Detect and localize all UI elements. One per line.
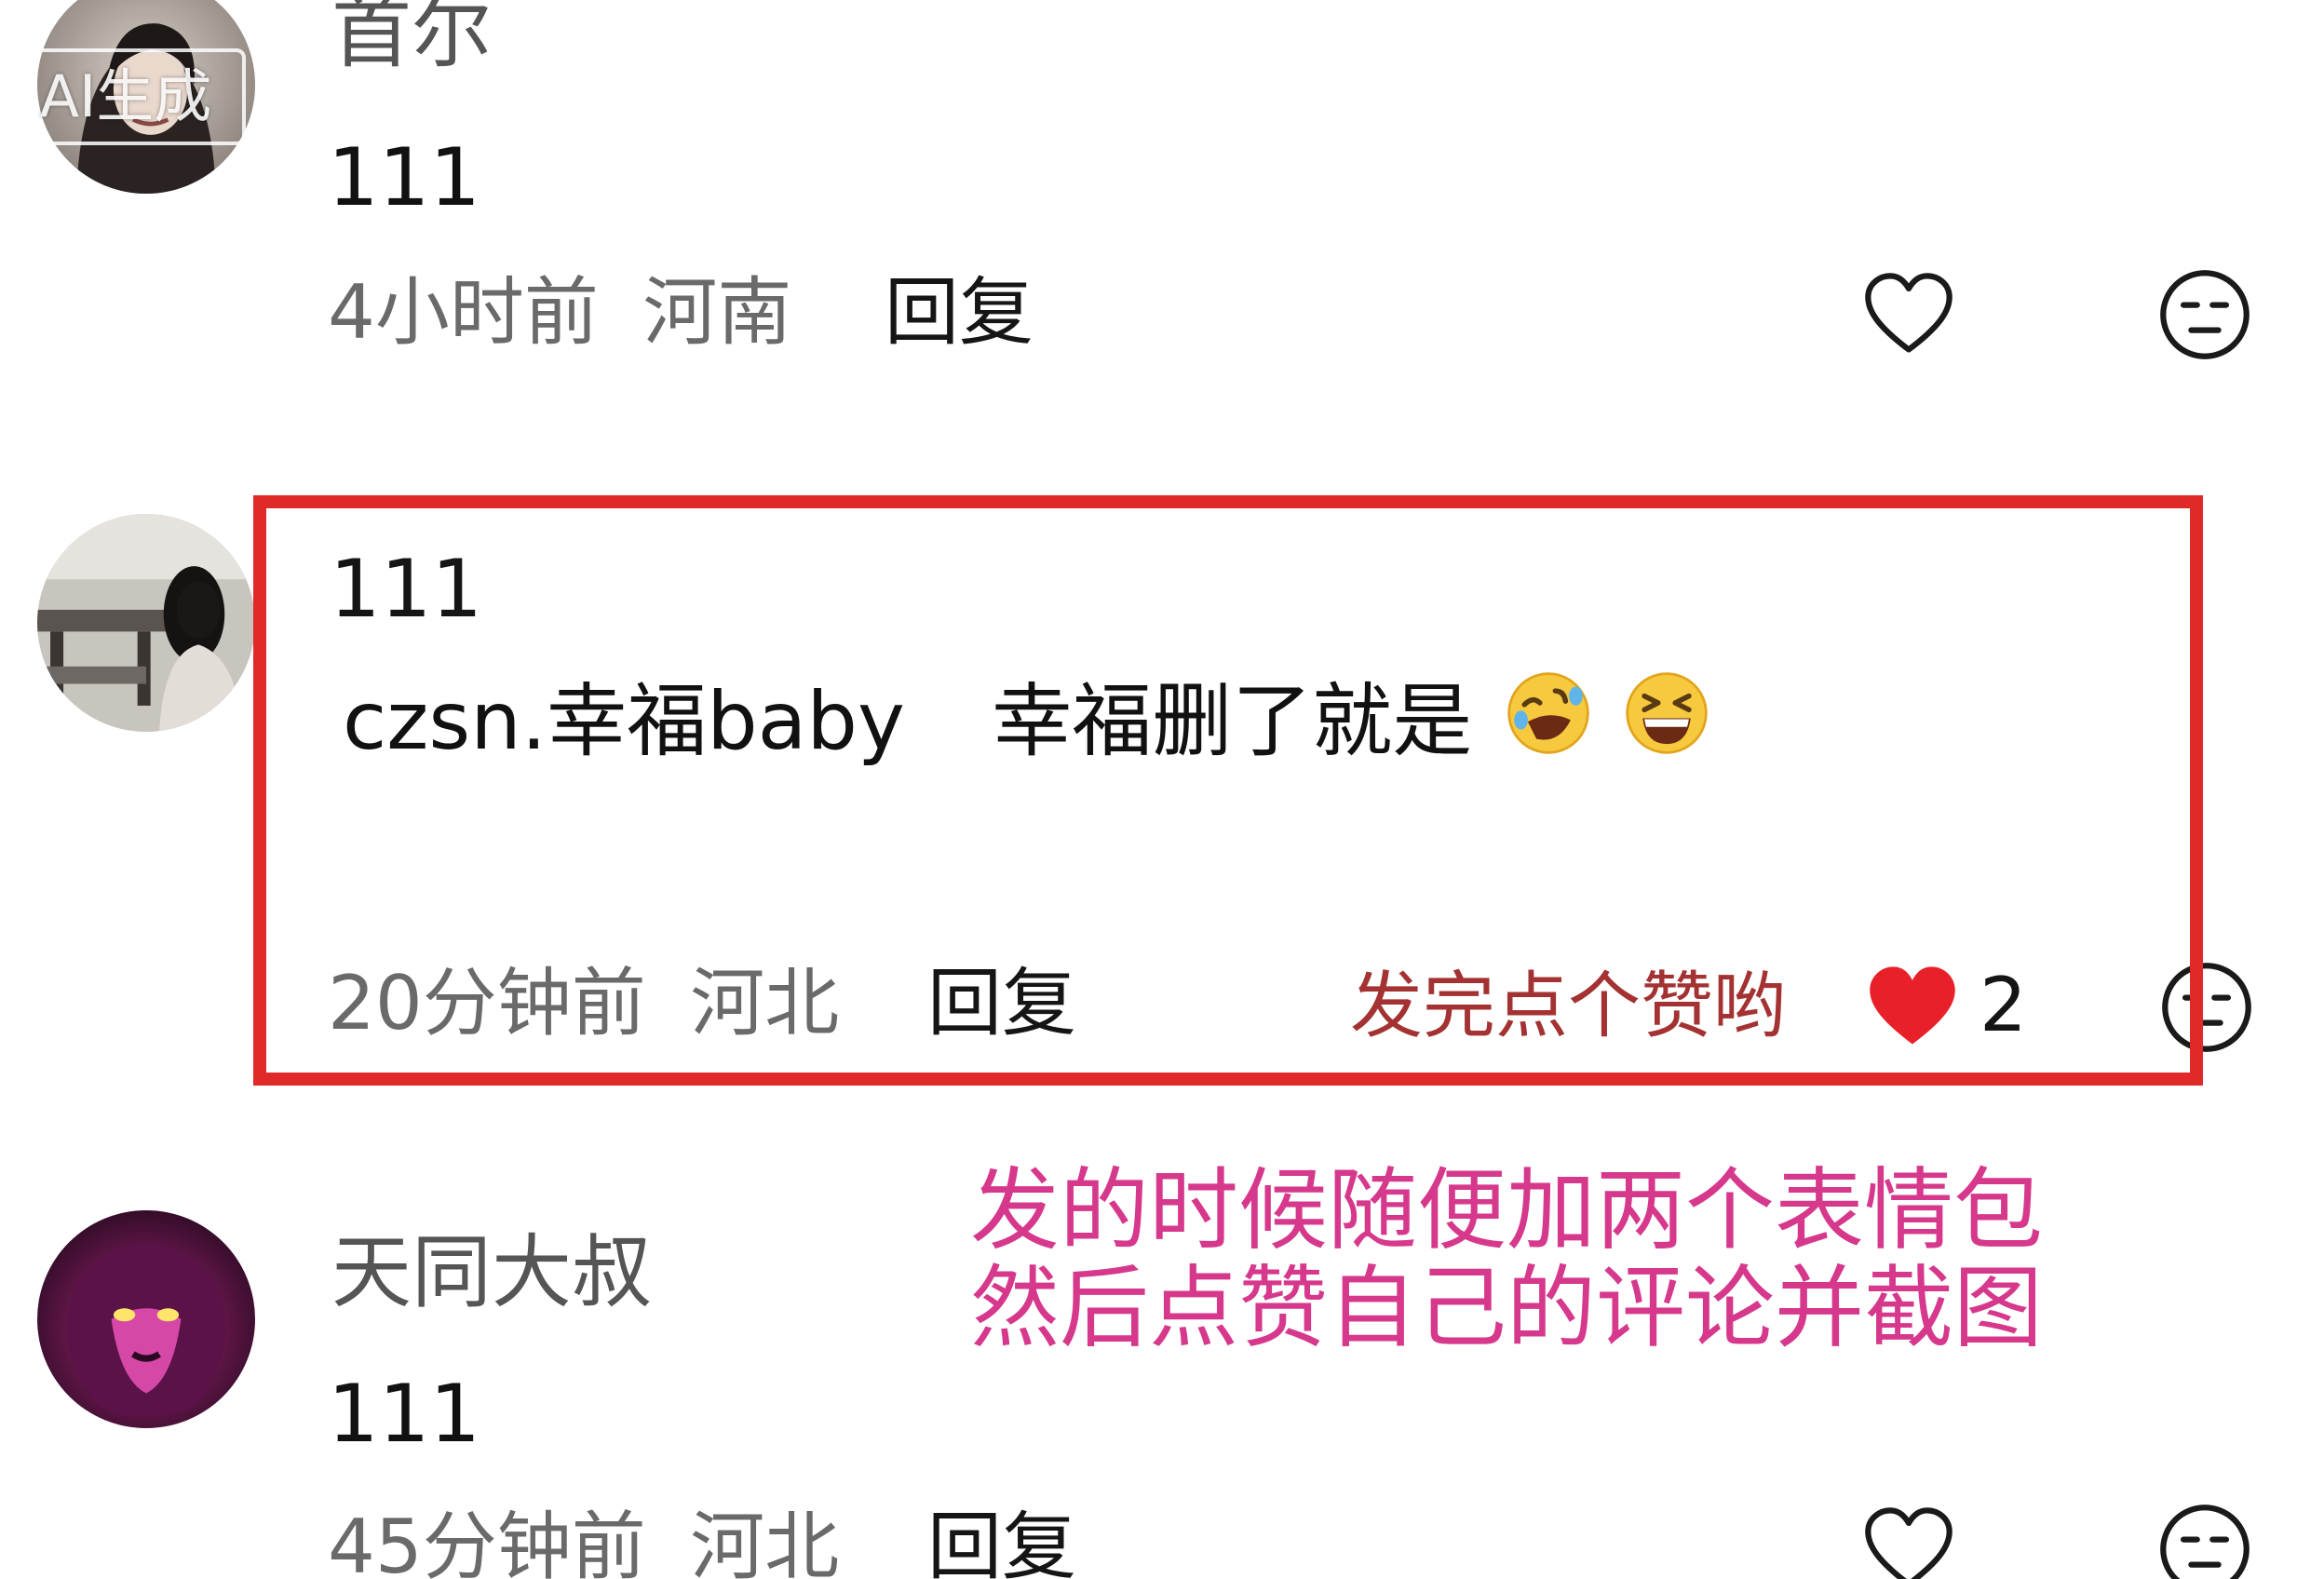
highlight-box (253, 495, 2203, 1086)
comment-time: 4小时前 (328, 269, 599, 356)
heart-outline-icon (1865, 273, 1952, 353)
comment-username[interactable]: 天同大叔 (331, 1233, 652, 1313)
like-button[interactable] (1860, 266, 1957, 363)
comment-username[interactable]: 首尔 (331, 0, 492, 73)
neutral-face-icon (2160, 1505, 2250, 1579)
avatar[interactable] (37, 514, 255, 732)
comment-meta: 4小时前 河南 (328, 276, 791, 350)
neutral-face-icon (2160, 270, 2250, 359)
avatar[interactable] (37, 1210, 255, 1428)
dislike-button[interactable] (2156, 1501, 2253, 1579)
reply-button[interactable]: 回复 (927, 1510, 1076, 1579)
comment-text: 111 (328, 1368, 481, 1461)
like-button[interactable] (1860, 1501, 1957, 1579)
reply-button[interactable]: 回复 (885, 276, 1034, 350)
annotation-instructions: 发的时候随便加两个表情包 然后点赞自己的评论并截图 (970, 1164, 2043, 1356)
comment-location: 河南 (642, 269, 792, 356)
annotation-like-hint: 发完点个赞哟 (1350, 965, 1787, 1048)
dislike-button[interactable] (2156, 266, 2253, 363)
annotation-line: 然后点赞自己的评论并截图 (970, 1255, 2043, 1360)
heart-outline-icon (1865, 1507, 1952, 1579)
comment-location: 河北 (690, 1504, 840, 1579)
ai-generated-badge: AI生成 (6, 48, 246, 145)
annotation-line: 发的时候随便加两个表情包 (970, 1158, 2043, 1262)
comment-meta: 45分钟前 河北 (328, 1510, 839, 1579)
comment-time: 45分钟前 (328, 1504, 646, 1579)
comment-text: 111 (328, 131, 481, 224)
